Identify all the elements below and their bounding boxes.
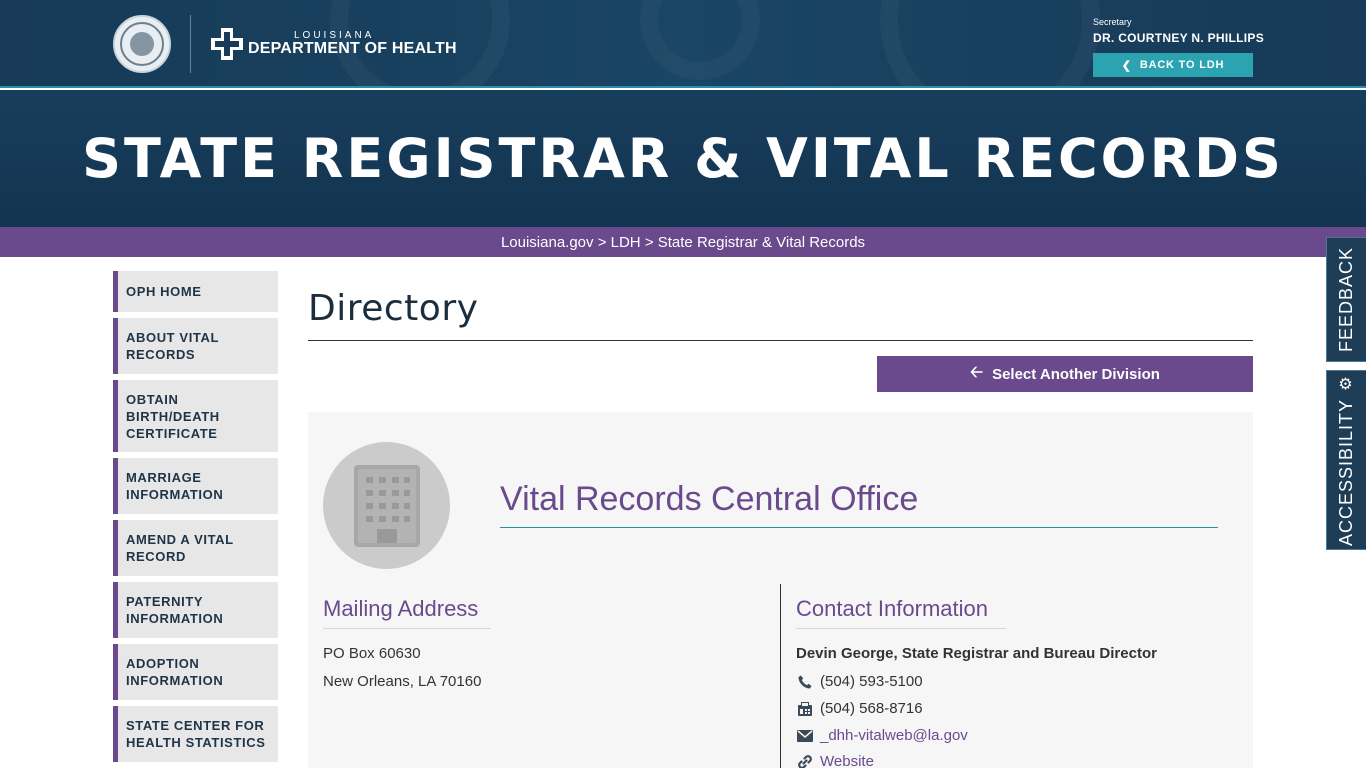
sidebar-item-amend-record[interactable]: AMEND A VITAL RECORD: [113, 520, 278, 576]
select-another-division-button[interactable]: 🡠 Select Another Division: [877, 356, 1253, 392]
sidebar-item-health-statistics[interactable]: STATE CENTER FOR HEALTH STATISTICS: [113, 706, 278, 762]
contact-email-row: _dhh-vitalweb@la.gov: [796, 727, 968, 744]
fax-icon: [796, 700, 813, 717]
breadcrumb-separator: >: [597, 233, 607, 251]
contact-website-row: Website: [796, 753, 874, 768]
office-name-divider: [500, 527, 1218, 528]
office-avatar: [323, 442, 450, 569]
breadcrumb-link-louisiana[interactable]: Louisiana.gov: [501, 234, 594, 251]
building-icon: [353, 464, 420, 547]
title-divider: [308, 340, 1253, 341]
accessibility-tab[interactable]: ACCESSIBILITY ⚙: [1326, 370, 1366, 550]
site-title: STATE REGISTRAR & VITAL RECORDS: [82, 127, 1284, 190]
select-button-label: Select Another Division: [992, 365, 1160, 383]
logo-department-text: DEPARTMENT OF HEALTH: [248, 40, 457, 57]
sidebar-nav: OPH HOME ABOUT VITAL RECORDS OBTAIN BIRT…: [113, 271, 278, 768]
health-cross-icon: [211, 28, 243, 60]
secretary-block: Secretary DR. COURTNEY N. PHILLIPS: [1093, 17, 1264, 45]
sidebar-item-obtain-certificate[interactable]: OBTAIN BIRTH/DEATH CERTIFICATE: [113, 380, 278, 452]
sidebar-item-adoption-information[interactable]: ADOPTION INFORMATION: [113, 644, 278, 700]
header-decoration: [880, 0, 1100, 86]
chevron-left-icon: ❮: [1121, 59, 1132, 72]
logo-divider: [190, 15, 191, 73]
sidebar-item-paternity-information[interactable]: PATERNITY INFORMATION: [113, 582, 278, 638]
contact-information-heading: Contact Information: [796, 596, 1006, 629]
fax-number: (504) 568-8716: [820, 700, 923, 717]
secretary-name: DR. COURTNEY N. PHILLIPS: [1093, 31, 1264, 45]
breadcrumb-current[interactable]: State Registrar & Vital Records: [658, 234, 865, 251]
website-link[interactable]: Website: [820, 753, 874, 768]
address-line-1: PO Box 60630: [323, 645, 421, 662]
contact-fax-row: (504) 568-8716: [796, 700, 923, 717]
sidebar-item-label: MARRIAGE INFORMATION: [126, 470, 224, 502]
page-title: Directory: [308, 288, 479, 329]
mailing-address-heading: Mailing Address: [323, 596, 491, 629]
link-icon: [796, 753, 813, 768]
sidebar-item-label: OBTAIN BIRTH/DEATH CERTIFICATE: [126, 391, 220, 441]
email-link[interactable]: _dhh-vitalweb@la.gov: [820, 727, 968, 744]
office-name: Vital Records Central Office: [500, 480, 919, 518]
sidebar-item-label: AMEND A VITAL RECORD: [126, 532, 234, 564]
header-decoration: [640, 0, 760, 80]
feedback-tab[interactable]: FEEDBACK: [1326, 237, 1366, 362]
back-to-ldh-button[interactable]: ❮ BACK TO LDH: [1093, 53, 1253, 77]
back-button-label: BACK TO LDH: [1139, 59, 1225, 71]
breadcrumb: Louisiana.gov > LDH > State Registrar & …: [0, 227, 1366, 257]
ldh-logo[interactable]: LOUISIANA DEPARTMENT OF HEALTH: [210, 28, 457, 60]
hero-banner: STATE REGISTRAR & VITAL RECORDS: [0, 90, 1366, 227]
sidebar-item-label: OPH HOME: [126, 284, 202, 299]
gear-icon: ⚙: [1338, 373, 1355, 394]
sidebar-item-marriage-information[interactable]: MARRIAGE INFORMATION: [113, 458, 278, 514]
contact-name: Devin George, State Registrar and Bureau…: [796, 645, 1157, 662]
address-line-2: New Orleans, LA 70160: [323, 673, 482, 690]
sidebar-item-label: ABOUT VITAL RECORDS: [126, 330, 219, 362]
top-header: LOUISIANA DEPARTMENT OF HEALTH Secretary…: [0, 0, 1366, 88]
louisiana-state-seal[interactable]: [113, 15, 171, 73]
sidebar-item-label: PATERNITY INFORMATION: [126, 594, 224, 626]
secretary-role: Secretary: [1093, 17, 1132, 27]
breadcrumb-separator: >: [644, 233, 654, 251]
feedback-tab-label: FEEDBACK: [1336, 246, 1356, 353]
phone-number: (504) 593-5100: [820, 673, 923, 690]
accessibility-tab-label: ACCESSIBILITY: [1336, 399, 1356, 547]
envelope-icon: [796, 727, 813, 744]
sidebar-item-about-vital-records[interactable]: ABOUT VITAL RECORDS: [113, 318, 278, 374]
column-divider: [780, 584, 781, 768]
contact-phone-row: (504) 593-5100: [796, 673, 923, 690]
breadcrumb-link-ldh[interactable]: LDH: [611, 234, 641, 251]
office-card: Vital Records Central Office Mailing Add…: [308, 412, 1253, 768]
phone-icon: [796, 673, 813, 690]
sidebar-item-oph-home[interactable]: OPH HOME: [113, 271, 278, 312]
sidebar-item-label: ADOPTION INFORMATION: [126, 656, 224, 688]
sidebar-item-label: STATE CENTER FOR HEALTH STATISTICS: [126, 718, 266, 750]
arrow-left-icon: 🡠: [970, 363, 984, 381]
